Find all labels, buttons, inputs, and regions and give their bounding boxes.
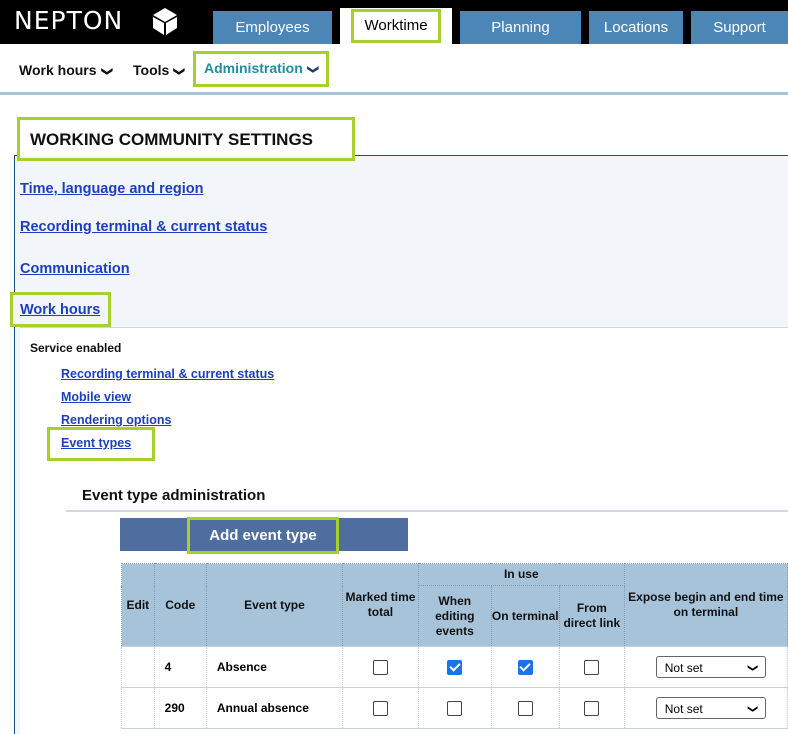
- divider: [66, 510, 788, 512]
- col-when-editing: When editing events: [417, 585, 492, 647]
- nav-administration[interactable]: Administration ❯: [193, 51, 329, 87]
- checkbox-when-editing[interactable]: [447, 659, 463, 675]
- col-code: Code: [153, 563, 207, 647]
- checkbox-marked-time-total[interactable]: [372, 659, 388, 675]
- chevron-down-icon: ❯: [173, 66, 186, 77]
- col-expose: Expose begin and end time on terminal: [623, 563, 788, 647]
- expose-select[interactable]: Not set ❯: [655, 697, 766, 719]
- event-types-table: Edit Code Event type Marked time total I…: [121, 563, 788, 729]
- link-time-language-region[interactable]: Time, language and region: [20, 181, 203, 197]
- chevron-down-icon: ❯: [100, 66, 113, 77]
- edit-cell[interactable]: [121, 646, 155, 688]
- tab-employees[interactable]: Employees: [213, 11, 332, 44]
- link-recording-terminal[interactable]: Recording terminal & current status: [20, 219, 267, 235]
- tab-planning[interactable]: Planning: [460, 11, 581, 44]
- chevron-down-icon: ❯: [747, 704, 759, 714]
- chevron-down-icon: ❯: [747, 663, 759, 673]
- tab-worktime-label: Worktime: [351, 9, 441, 43]
- nav-administration-label: Administration: [204, 60, 303, 76]
- code-cell: 4: [153, 646, 207, 688]
- edit-cell[interactable]: [121, 687, 155, 729]
- col-event-type: Event type: [205, 563, 344, 647]
- tab-worktime[interactable]: Worktime: [340, 8, 452, 44]
- secondary-nav: Work hours ❯ Tools ❯ Administration ❯: [0, 44, 788, 95]
- link-work-hours[interactable]: Work hours: [9, 292, 112, 327]
- col-marked-time-total: Marked time total: [342, 563, 419, 647]
- checkbox-when-editing[interactable]: [447, 700, 463, 716]
- logo-cube-icon: [153, 8, 177, 35]
- event-type-admin-heading: Event type administration: [82, 487, 266, 504]
- col-on-terminal: On terminal: [490, 585, 560, 647]
- sublink-event-types[interactable]: Event types: [46, 427, 156, 461]
- checkbox-on-terminal[interactable]: [517, 700, 533, 716]
- add-event-type-button[interactable]: Add event type: [187, 517, 339, 554]
- event-type-cell: Annual absence: [205, 687, 344, 729]
- tab-support[interactable]: Support: [691, 11, 788, 44]
- main-content: WORKING COMMUNITY SETTINGS Time, languag…: [0, 95, 788, 734]
- event-type-cell: Absence: [205, 646, 344, 688]
- brand-logo-text[interactable]: NEPTON: [14, 6, 123, 35]
- expose-select[interactable]: Not set ❯: [655, 656, 766, 678]
- code-cell: 290: [153, 687, 207, 729]
- checkbox-from-direct-link[interactable]: [584, 700, 600, 716]
- table-row: 290 Annual absence Not set ❯: [121, 687, 788, 729]
- sublink-mobile-view[interactable]: Mobile view: [61, 390, 131, 404]
- expose-select-value: Not set: [664, 661, 703, 675]
- chevron-down-icon: ❯: [306, 64, 319, 75]
- col-edit: Edit: [121, 563, 155, 647]
- nav-work-hours[interactable]: Work hours ❯: [19, 62, 113, 78]
- link-communication[interactable]: Communication: [20, 261, 130, 277]
- nav-work-hours-label: Work hours: [19, 62, 97, 78]
- sublink-rendering-options[interactable]: Rendering options: [61, 413, 171, 427]
- nav-tools[interactable]: Tools ❯: [133, 62, 185, 78]
- nav-tools-label: Tools: [133, 62, 170, 78]
- col-from-direct-link: From direct link: [558, 585, 625, 647]
- checkbox-on-terminal[interactable]: [517, 659, 533, 675]
- top-bar: NEPTON Employees Worktime Planning Locat…: [0, 0, 788, 44]
- col-in-use: In use: [417, 563, 625, 586]
- checkbox-from-direct-link[interactable]: [584, 659, 600, 675]
- title-highlight: [17, 117, 355, 161]
- service-enabled-label: Service enabled: [30, 341, 122, 355]
- expose-select-value: Not set: [664, 702, 703, 716]
- tab-locations[interactable]: Locations: [589, 11, 683, 44]
- table-row: 4 Absence Not set ❯: [121, 646, 788, 688]
- sublink-recording-terminal[interactable]: Recording terminal & current status: [61, 367, 274, 381]
- checkbox-marked-time-total[interactable]: [372, 700, 388, 716]
